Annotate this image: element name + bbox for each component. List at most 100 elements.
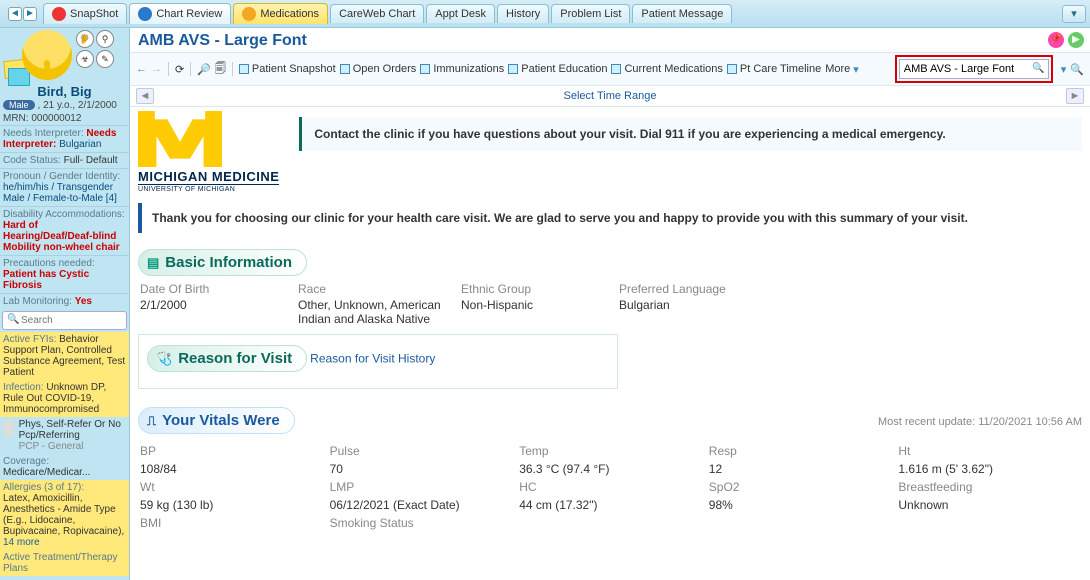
label-temp: Temp	[519, 444, 701, 458]
label-smoking: Smoking Status	[330, 516, 512, 530]
emergency-banner: Contact the clinic if you have questions…	[299, 117, 1082, 151]
stethoscope-icon: 🩺	[156, 351, 172, 367]
chart-icon	[138, 7, 152, 21]
coverage-block[interactable]: Coverage: Medicare/Medicar...	[0, 454, 129, 480]
label-bmi: BMI	[140, 516, 322, 530]
indicator-icon[interactable]: ✎	[96, 50, 114, 68]
tab-label: Appt Desk	[435, 8, 486, 20]
pin-icon[interactable]: 📌	[1048, 32, 1064, 48]
tab-label: History	[506, 8, 540, 20]
label-spo2: SpO2	[709, 480, 891, 494]
top-tab-bar: ◄ ► SnapShot Chart Review Medications Ca…	[0, 0, 1090, 28]
indicator-icon[interactable]: 🦻	[76, 30, 94, 48]
patient-photo[interactable]	[22, 30, 72, 80]
fwd-icon[interactable]: →	[151, 63, 162, 75]
toolbar-dropdown-icon[interactable]: ▾	[1061, 63, 1067, 76]
toolbar-patient-snapshot[interactable]: Patient Snapshot	[239, 63, 336, 75]
indicator-icon[interactable]: ☣	[76, 50, 94, 68]
pcp-block[interactable]: Phys, Self-Refer Or No Pcp/ReferringPCP …	[0, 417, 129, 454]
toolbar-search-icon[interactable]: 🔍	[1070, 63, 1084, 76]
label-ht: Ht	[898, 444, 1080, 458]
section-basic-info: ▤Basic Information	[138, 249, 307, 276]
reason-for-visit-box: 🩺Reason for Visit Reason for Visit Histo…	[138, 334, 618, 389]
sidebar-search	[2, 311, 127, 330]
value-hc: 44 cm (17.32")	[519, 498, 701, 512]
report-search-input[interactable]	[899, 59, 1049, 79]
tab-history[interactable]: History	[497, 4, 549, 23]
print-icon[interactable]: 🗐	[215, 60, 226, 79]
report-body: MICHIGAN MEDICINE UNIVERSITY OF MICHIGAN…	[130, 107, 1090, 580]
toolbar-patient-education[interactable]: Patient Education	[508, 63, 607, 75]
time-range-select[interactable]: Select Time Range	[154, 90, 1066, 102]
interpreter-block: Needs Interpreter: Needs Interpreter: Bu…	[0, 125, 129, 152]
page-icon: ▤	[147, 255, 159, 271]
vitals-grid: BP Pulse Temp Resp Ht 108/84 70 36.3 °C …	[138, 440, 1082, 534]
value-lang: Bulgarian	[619, 298, 849, 326]
label-resp: Resp	[709, 444, 891, 458]
sex-pill: Male	[3, 100, 35, 110]
toolbar-current-meds[interactable]: Current Medications	[611, 63, 722, 75]
back-icon[interactable]: ←	[136, 63, 147, 75]
tab-careweb[interactable]: CareWeb Chart	[330, 4, 424, 23]
label-ethnic: Ethnic Group	[461, 282, 611, 296]
time-range-prev[interactable]: ◄	[136, 88, 154, 104]
value-temp: 36.3 °C (97.4 °F)	[519, 462, 701, 476]
tab-label: Medications	[260, 8, 319, 20]
section-vitals: ⎍Your Vitals Were	[138, 407, 295, 434]
indicator-icon[interactable]: ⚲	[96, 30, 114, 48]
reason-visit-history-link[interactable]: Reason for Visit History	[310, 352, 435, 366]
tab-label: SnapShot	[70, 8, 118, 20]
tab-label: Chart Review	[156, 8, 222, 20]
org-logo: MICHIGAN MEDICINE UNIVERSITY OF MICHIGAN	[138, 111, 279, 193]
value-ht: 1.616 m (5' 3.62")	[898, 462, 1080, 476]
vitals-timestamp: Most recent update: 11/20/2021 10:56 AM	[878, 416, 1082, 428]
patient-name[interactable]: Bird, Big	[0, 84, 129, 99]
label-bp: BP	[140, 444, 322, 458]
tab-chart-review[interactable]: Chart Review	[129, 3, 231, 24]
toolbar-more[interactable]: More	[825, 63, 859, 76]
patient-mrn: MRN: 000000012	[0, 112, 129, 125]
refresh-icon[interactable]: ⟳	[175, 63, 184, 76]
active-treatment-block[interactable]: Active Treatment/Therapy Plans	[0, 550, 129, 576]
camera-icon	[52, 7, 66, 21]
play-icon[interactable]: ▶	[1068, 32, 1084, 48]
tab-problem-list[interactable]: Problem List	[551, 4, 630, 23]
binoculars-icon[interactable]: 🔎	[197, 63, 211, 76]
report-search-highlight	[895, 55, 1053, 83]
label-race: Race	[298, 282, 453, 296]
value-dob: 2/1/2000	[140, 298, 290, 326]
sidebar-search-input[interactable]	[2, 311, 127, 330]
person-icon	[3, 419, 15, 437]
tab-snapshot[interactable]: SnapShot	[43, 3, 127, 24]
toolbar-pt-care[interactable]: Pt Care Timeline	[727, 63, 821, 75]
allergies-block[interactable]: Allergies (3 of 17):Latex, Amoxicillin, …	[0, 480, 129, 550]
section-reason-visit: 🩺Reason for Visit	[147, 345, 307, 372]
tabs-overflow-button[interactable]: ▾	[1062, 5, 1086, 23]
toolbar-open-orders[interactable]: Open Orders	[340, 63, 417, 75]
patient-sidebar: 🦻 ⚲ ☣ ✎ Bird, Big Male, 21 y.o., 2/1/200…	[0, 28, 130, 580]
nav-fwd-icon[interactable]: ►	[23, 7, 37, 21]
infection-block[interactable]: Infection: Unknown DP, Rule Out COVID-19…	[0, 380, 129, 417]
label-dob: Date Of Birth	[140, 282, 290, 296]
value-bp: 108/84	[140, 462, 322, 476]
label-bf: Breastfeeding	[898, 480, 1080, 494]
document-title: AMB AVS - Large Font	[130, 28, 315, 52]
content-pane: AMB AVS - Large Font 📌 ▶ ← → ⟳ 🔎 🗐 Patie…	[130, 28, 1090, 580]
code-status-block: Code Status: Full- Default	[0, 152, 129, 168]
nav-arrows: ◄ ►	[8, 7, 37, 21]
nav-back-icon[interactable]: ◄	[8, 7, 22, 21]
value-wt: 59 kg (130 lb)	[140, 498, 322, 512]
tab-appt-desk[interactable]: Appt Desk	[426, 4, 495, 23]
toolbar-immunizations[interactable]: Immunizations	[420, 63, 504, 75]
time-range-bar: ◄ Select Time Range ►	[130, 86, 1090, 107]
tab-patient-message[interactable]: Patient Message	[632, 4, 732, 23]
precautions-block: Precautions needed: Patient has Cystic F…	[0, 255, 129, 293]
age-dob: , 21 y.o., 2/1/2000	[38, 100, 117, 111]
label-hc: HC	[519, 480, 701, 494]
org-logo-sub: UNIVERSITY OF MICHIGAN	[138, 184, 279, 193]
block-m-icon	[138, 111, 222, 167]
basic-info-grid: Date Of Birth Race Ethnic Group Preferre…	[138, 282, 1082, 334]
tab-medications[interactable]: Medications	[233, 3, 328, 24]
active-fyi-block[interactable]: Active FYIs: Behavior Support Plan, Cont…	[0, 332, 129, 380]
time-range-next[interactable]: ►	[1066, 88, 1084, 104]
